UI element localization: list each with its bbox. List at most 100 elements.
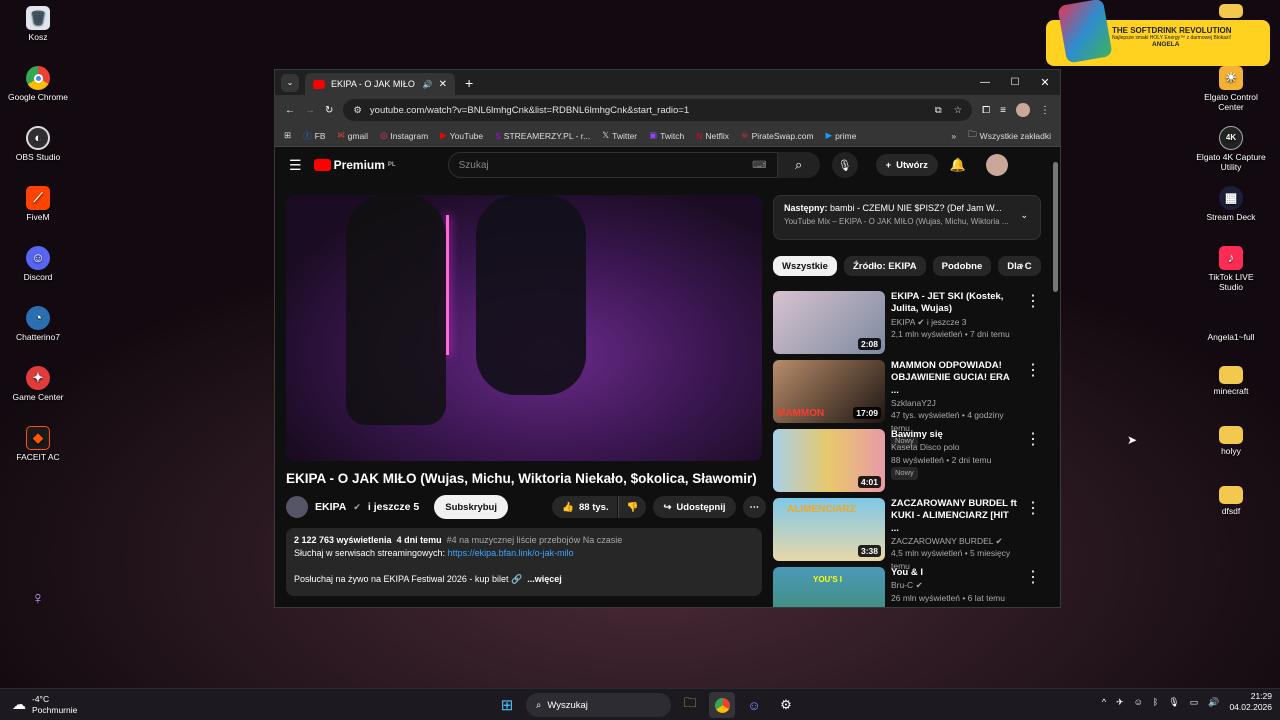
back-button[interactable]: ←	[285, 105, 295, 116]
omnibox[interactable]: ⚙ youtube.com/watch?v=BNL6lmhgCnk&list=R…	[343, 99, 973, 121]
clock[interactable]: 21:29 04.02.2026	[1229, 691, 1272, 713]
rec-thumbnail[interactable]: 4:01	[773, 429, 885, 492]
rec-menu-icon[interactable]: ⋮	[1025, 429, 1041, 493]
site-info-icon[interactable]: ⚙	[353, 105, 362, 116]
notifications-bell-icon[interactable]: 🔔	[950, 157, 966, 173]
chip-all[interactable]: Wszystkie	[773, 256, 837, 276]
channel-more[interactable]: i jeszcze 5	[368, 501, 419, 513]
tray-network-icon[interactable]: ▭	[1190, 697, 1199, 708]
bookmark-instagram[interactable]: ◎ Instagram	[380, 130, 428, 141]
desktop-icon-game-center[interactable]: ✦ Game Center	[3, 366, 73, 403]
search-box[interactable]: Szukaj ⌨	[447, 152, 778, 178]
forward-button[interactable]: →	[305, 105, 315, 116]
desktop-icon-elgato-4k[interactable]: 4K Elgato 4K Capture Utility	[1196, 126, 1266, 173]
tray-bluetooth-icon[interactable]: ᛒ	[1153, 697, 1158, 707]
description-box[interactable]: 2 122 763 wyświetlenia 4 dni temu #4 na …	[286, 528, 762, 596]
maximize-button[interactable]: ☐	[1000, 77, 1030, 88]
search-input[interactable]: Szukaj	[459, 160, 753, 171]
video-player[interactable]	[286, 195, 762, 461]
rec-thumbnail[interactable]: MAMMON 17:09	[773, 360, 885, 423]
desktop-icon-folder-top[interactable]	[1196, 4, 1266, 18]
next-up-panel[interactable]: Następny: bambi - CZEMU NIE $PISZ? (Def …	[773, 195, 1041, 240]
taskbar-chrome-icon[interactable]	[709, 692, 735, 718]
bookmark-twitch[interactable]: ▣ Twitch	[649, 130, 684, 141]
desktop-icon-obs[interactable]: ◐ OBS Studio	[3, 126, 73, 163]
rec-item[interactable]: MAMMON 17:09 MAMMON ODPOWIADA! OBJAWIENIE…	[773, 360, 1041, 448]
share-button[interactable]: ↪ Udostępnij	[653, 496, 736, 518]
desktop-icon-angela[interactable]: Angela1~full	[1196, 306, 1266, 343]
apps-icon[interactable]: ⊞	[284, 130, 291, 141]
extensions-icon[interactable]: ⧠	[982, 105, 990, 116]
bookmark-gmail[interactable]: ✉ gmail	[338, 130, 368, 141]
taskbar-app-icon[interactable]: ⚙	[773, 692, 799, 718]
channel-name[interactable]: EKIPA	[315, 501, 346, 513]
tray-overflow-icon[interactable]: ^	[1102, 697, 1106, 707]
desktop-figure-icon[interactable]: ♀	[3, 578, 73, 618]
bookmark-prime[interactable]: ▶ prime	[826, 130, 857, 141]
tray-mic-icon[interactable]: 🎙	[1168, 697, 1179, 708]
bookmark-twitter[interactable]: 𝕏 Twitter	[602, 130, 637, 141]
rec-menu-icon[interactable]: ⋮	[1025, 291, 1041, 355]
media-control-icon[interactable]: ≡	[1000, 105, 1006, 116]
file-explorer-icon[interactable]: 🗀	[677, 692, 703, 718]
like-button[interactable]: 👍 88 tys.	[552, 496, 617, 518]
desktop-icon-fivem[interactable]: ⟋ FiveM	[3, 186, 73, 223]
bookmark-youtube[interactable]: ▶ YouTube	[440, 130, 483, 141]
rec-menu-icon[interactable]: ⋮	[1025, 360, 1041, 424]
rec-item[interactable]: 2:08 EKIPA - JET SKI (Kostek, Julita, Wu…	[773, 291, 1041, 355]
desktop-icon-holyy[interactable]: holyy	[1196, 426, 1266, 457]
bookmark-pirateswap[interactable]: ☠ PirateSwap.com	[741, 130, 814, 141]
reload-button[interactable]: ↻	[325, 105, 333, 116]
rec-menu-icon[interactable]: ⋮	[1025, 567, 1041, 607]
tray-discord-icon[interactable]: ☺	[1134, 697, 1143, 707]
desktop-icon-chrome[interactable]: Google Chrome	[3, 66, 73, 103]
rec-thumbnail[interactable]: ALIMENCIARZ 3:38	[773, 498, 885, 561]
desktop-icon-stream-deck[interactable]: ▦ Stream Deck	[1196, 186, 1266, 223]
tab-search-button[interactable]: ⌄	[281, 73, 299, 92]
bookmark-netflix[interactable]: N Netflix	[696, 131, 729, 141]
menu-icon[interactable]: ⋮	[1040, 105, 1050, 116]
subscribe-button[interactable]: Subskrybuj	[434, 495, 508, 519]
tab-close-icon[interactable]: ✕	[439, 79, 447, 90]
scrollbar-thumb[interactable]	[1053, 162, 1058, 292]
desktop-icon-discord[interactable]: ☺ Discord	[3, 246, 73, 283]
taskbar-discord-icon[interactable]: ☺	[741, 692, 767, 718]
hamburger-menu-icon[interactable]: ☰	[289, 157, 302, 174]
profile-avatar[interactable]	[1016, 103, 1030, 117]
weather-widget[interactable]: ☁ -4°C Pochmurnie	[12, 694, 77, 714]
rec-menu-icon[interactable]: ⋮	[1025, 498, 1041, 562]
keyboard-icon[interactable]: ⌨	[752, 160, 766, 171]
show-more[interactable]: ...więcej	[527, 574, 562, 584]
desc-link[interactable]: https://ekipa.bfan.link/o-jak-milo	[448, 548, 574, 558]
rec-item[interactable]: ALIMENCIARZ 3:38 ZACZAROWANY BURDEL ft KU…	[773, 498, 1041, 571]
mic-button[interactable]: 🎙	[831, 152, 858, 178]
dislike-button[interactable]: 👎	[617, 496, 647, 518]
channel-avatar[interactable]	[286, 496, 308, 518]
rec-thumbnail[interactable]: YOU'S I	[773, 567, 885, 607]
expand-chevron-icon[interactable]: ⌄	[1020, 210, 1028, 221]
rec-item[interactable]: 4:01 Bawimy się Kaseta Disco polo 88 wyświ…	[773, 429, 1041, 493]
tray-volume-icon[interactable]: 🔊	[1208, 697, 1219, 708]
more-actions-button[interactable]: ⋯	[742, 496, 766, 518]
bookmark-fb[interactable]: ⓕ FB	[303, 130, 325, 142]
new-tab-button[interactable]: +	[465, 75, 473, 91]
tray-app-icon[interactable]: ✈	[1116, 697, 1124, 708]
start-button[interactable]: ⊞	[494, 692, 520, 718]
desktop-icon-chatterino[interactable]: ◔ Chatterino7	[3, 306, 73, 343]
create-button[interactable]: + Utwórz	[875, 154, 938, 176]
youtube-logo[interactable]: Premium PL	[313, 158, 396, 172]
install-icon[interactable]: ⧉	[935, 105, 942, 116]
all-bookmarks-folder[interactable]: 🗀 Wszystkie zakładki	[968, 129, 1051, 143]
chip-similar[interactable]: Podobne	[932, 256, 992, 276]
desktop-icon-dfsdf[interactable]: dfsdf	[1196, 486, 1266, 517]
account-avatar[interactable]	[986, 154, 1009, 176]
taskbar-search[interactable]: ⌕ Wyszukaj	[526, 693, 671, 717]
close-window-button[interactable]: ✕	[1030, 76, 1060, 89]
scrollbar[interactable]	[1053, 158, 1058, 603]
chips-next-icon[interactable]: ›	[1020, 260, 1024, 272]
desktop-icon-kosz[interactable]: 🗑 Kosz	[3, 6, 73, 43]
chart-tag[interactable]: #4 na muzycznej liście przebojów Na czas…	[447, 535, 623, 545]
chip-source[interactable]: Źródło: EKIPA	[843, 256, 926, 276]
desktop-icon-minecraft[interactable]: minecraft	[1196, 366, 1266, 397]
minimize-button[interactable]: —	[970, 77, 1000, 88]
